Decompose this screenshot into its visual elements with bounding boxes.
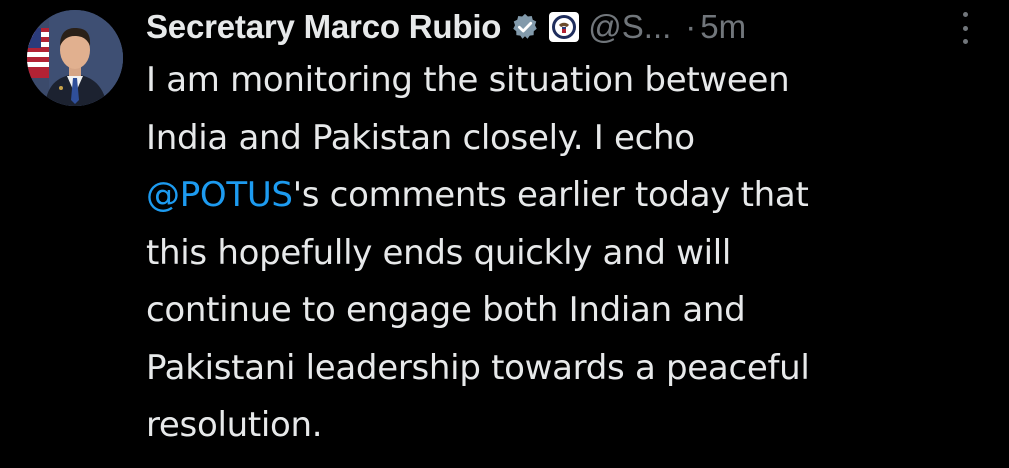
verified-badge-icon: [510, 12, 540, 42]
tweet-header: Secretary Marco Rubio @S... · 5m: [146, 4, 746, 50]
tweet: Secretary Marco Rubio @S... · 5m I am mo…: [0, 0, 1009, 468]
tweet-text-line: @POTUS's comments earlier today that: [146, 167, 986, 225]
avatar[interactable]: [27, 10, 123, 106]
more-dot: [962, 12, 968, 17]
tweet-text-line: this hopefully ends quickly and will: [146, 232, 732, 273]
department-seal-icon[interactable]: [549, 12, 580, 42]
timestamp[interactable]: 5m: [700, 8, 746, 46]
more-dot: [962, 39, 968, 44]
user-handle[interactable]: @S...: [588, 8, 671, 46]
separator-dot: ·: [685, 8, 697, 45]
more-options-icon[interactable]: [954, 12, 976, 44]
more-dot: [962, 25, 968, 31]
display-name[interactable]: Secretary Marco Rubio: [146, 8, 501, 46]
tweet-text-line: I am monitoring the situation between: [146, 60, 790, 100]
tweet-text: I am monitoring the situation between In…: [146, 52, 986, 455]
tweet-text-line: resolution.: [146, 405, 323, 445]
tweet-text-fragment: 's comments earlier today that: [292, 175, 809, 215]
tweet-text-line: Pakistani leadership towards a peaceful: [146, 347, 810, 388]
tweet-text-line: India and Pakistan closely. I echo: [146, 117, 695, 158]
mention-link[interactable]: @POTUS: [146, 175, 293, 215]
avatar-photo: [27, 10, 123, 106]
tweet-text-line: continue to engage both Indian and: [146, 290, 746, 330]
